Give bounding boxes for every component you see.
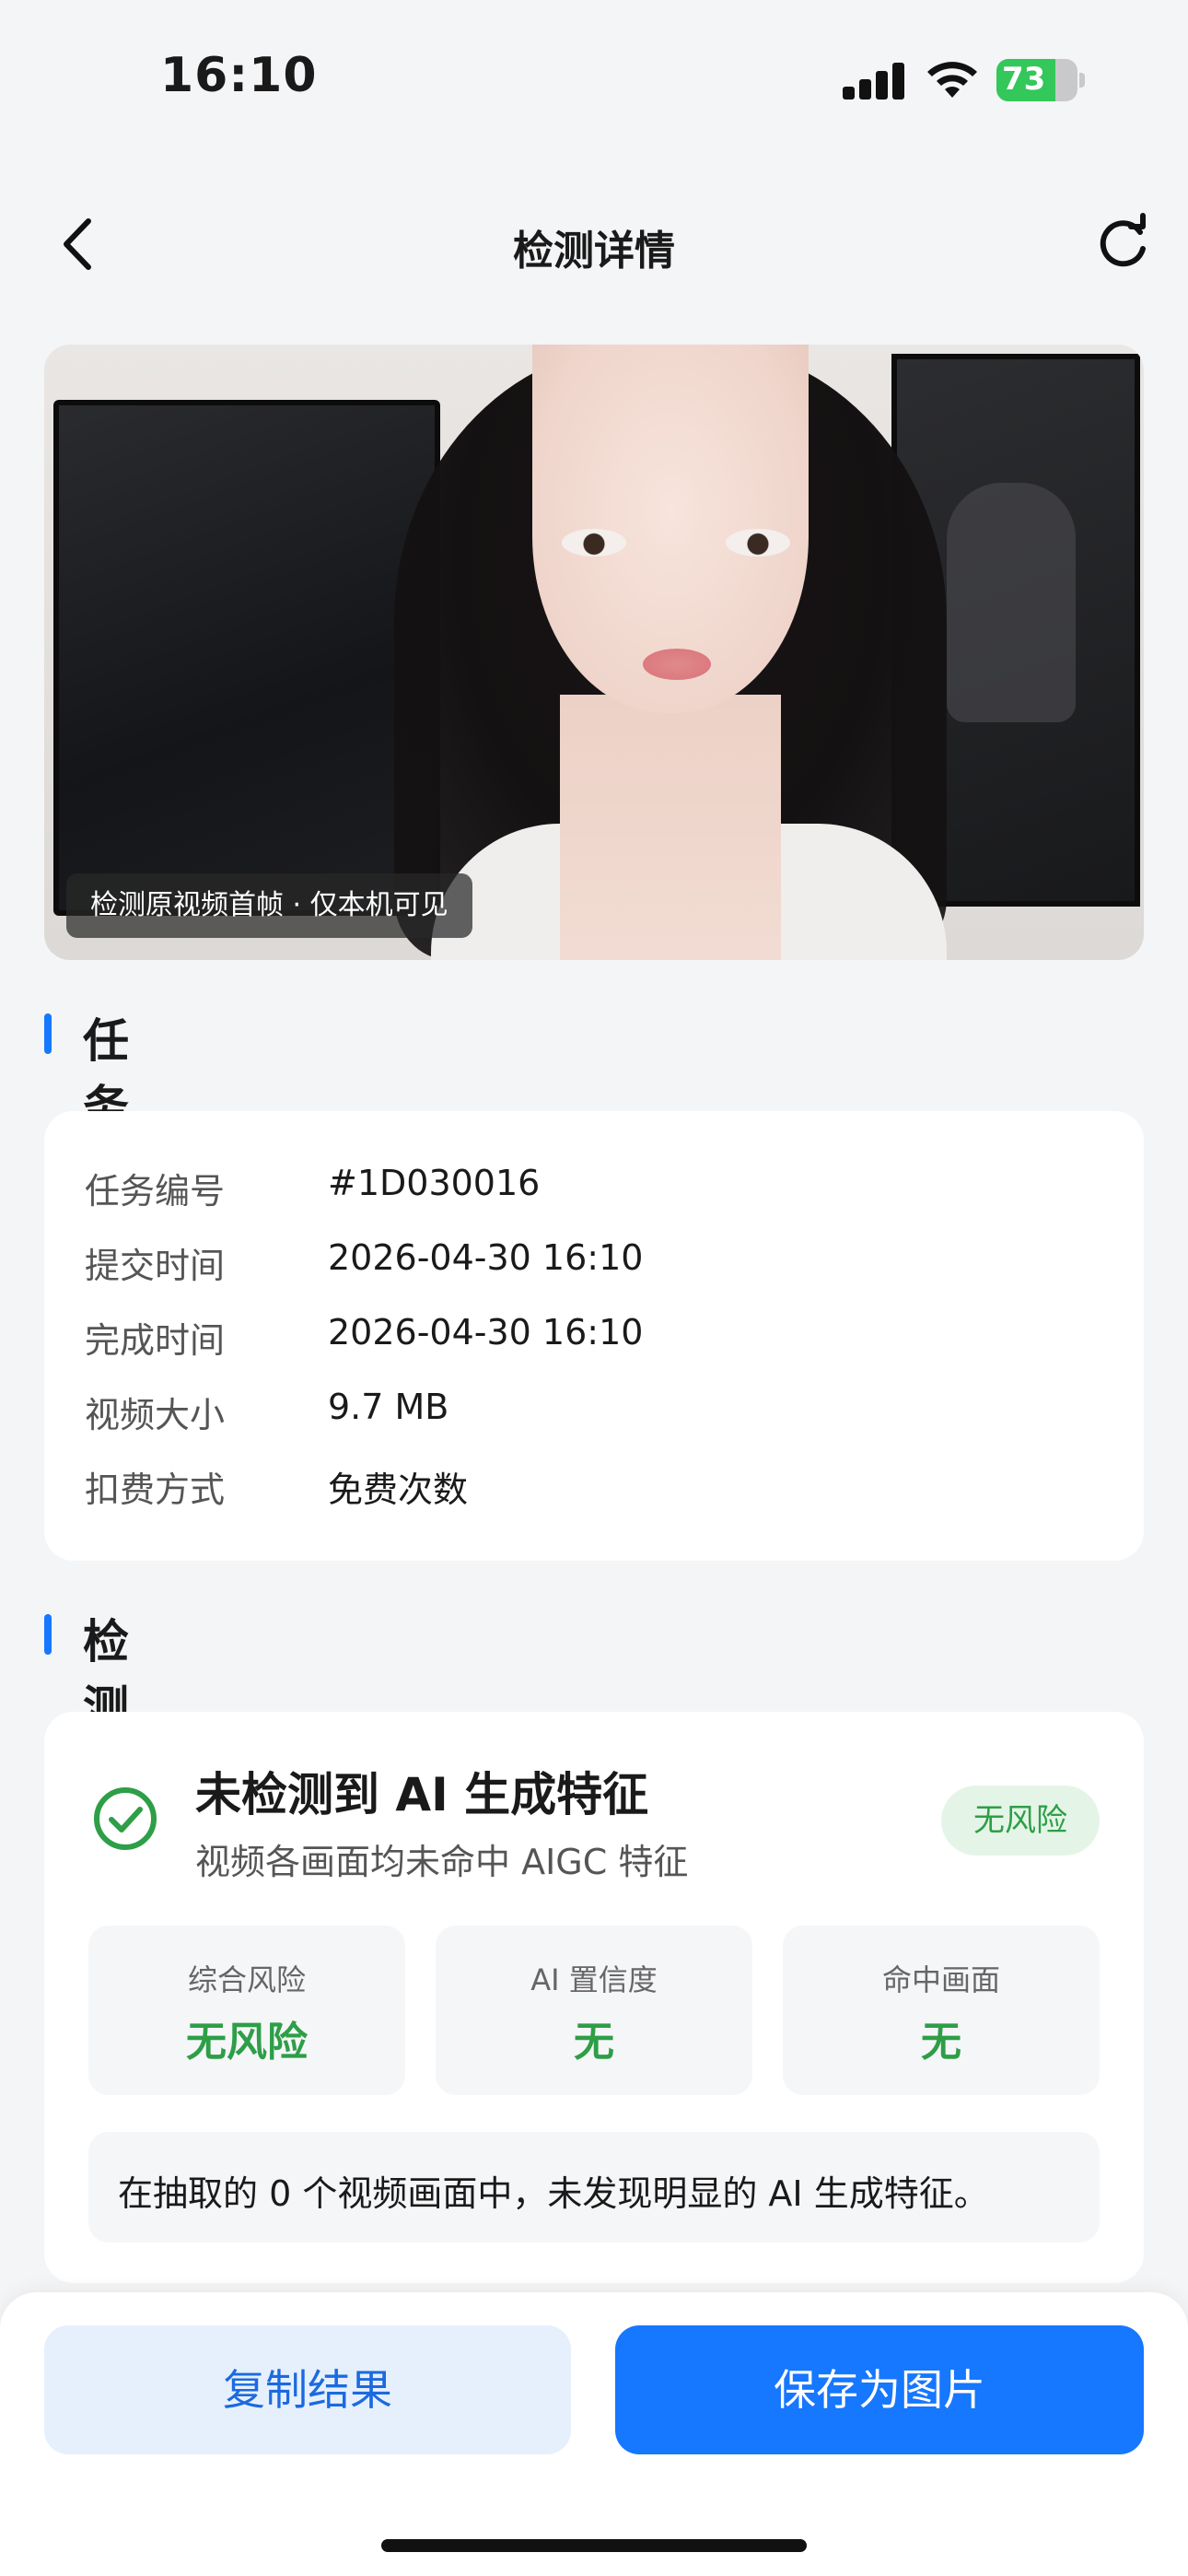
video-caption: 检测原视频首帧 · 仅本机可见 xyxy=(66,873,472,938)
info-value: 2026-04-30 16:10 xyxy=(328,1312,644,1352)
status-time: 16:10 xyxy=(160,48,318,103)
info-value: #1D030016 xyxy=(328,1163,541,1203)
battery-icon: 73 xyxy=(996,59,1085,101)
result-title: 未检测到 AI 生成特征 xyxy=(195,1768,649,1821)
video-first-frame[interactable] xyxy=(44,345,1144,960)
background-tv xyxy=(53,400,440,916)
bottom-action-bar: 复制结果 保存为图片 xyxy=(0,2292,1188,2576)
check-circle-icon xyxy=(94,1787,157,1850)
refresh-icon[interactable] xyxy=(1090,212,1155,276)
metric-value: 无风险 xyxy=(186,2019,308,2066)
result-card: 未检测到 AI 生成特征 视频各画面均未命中 AIGC 特征 无风险 综合风险 … xyxy=(44,1712,1144,2283)
info-value: 2026-04-30 16:10 xyxy=(328,1237,644,1278)
info-label: 完成时间 xyxy=(85,1320,226,1361)
copy-result-button[interactable]: 复制结果 xyxy=(44,2325,571,2454)
metric-value: 无 xyxy=(574,2019,614,2066)
metric-overall-risk: 综合风险 无风险 xyxy=(88,1926,405,2095)
info-label: 提交时间 xyxy=(85,1246,226,1286)
status-bar: 16:10 73 xyxy=(0,0,1188,157)
task-info-card: 任务编号 #1D030016 提交时间 2026-04-30 16:10 完成时… xyxy=(44,1111,1144,1561)
metric-label: 综合风险 xyxy=(187,1962,306,1997)
save-as-image-button[interactable]: 保存为图片 xyxy=(615,2325,1144,2454)
result-summary: 在抽取的 0 个视频画面中，未发现明显的 AI 生成特征。 xyxy=(88,2132,1100,2242)
info-label: 扣费方式 xyxy=(85,1469,226,1510)
risk-badge: 无风险 xyxy=(941,1786,1100,1856)
battery-percent: 73 xyxy=(1002,61,1046,98)
metric-hit-frames: 命中画面 无 xyxy=(783,1926,1100,2095)
metric-value: 无 xyxy=(921,2019,961,2066)
metric-label: AI 置信度 xyxy=(530,1962,658,1997)
signal-icon xyxy=(843,61,905,100)
page-title: 检测详情 xyxy=(513,228,675,275)
nav-bar: 检测详情 xyxy=(0,193,1188,295)
summary-text: 在抽取的 0 个视频画面中，未发现明显的 AI 生成特征。 xyxy=(118,2173,989,2214)
info-value: 免费次数 xyxy=(328,1469,469,1510)
result-subtitle: 视频各画面均未命中 AIGC 特征 xyxy=(195,1842,689,1882)
info-label: 任务编号 xyxy=(85,1171,226,1212)
metric-ai-confidence: AI 置信度 无 xyxy=(436,1926,752,2095)
metric-label: 命中画面 xyxy=(881,1962,1000,1997)
wifi-icon xyxy=(927,62,977,98)
home-indicator[interactable] xyxy=(381,2539,807,2552)
info-label: 视频大小 xyxy=(85,1395,226,1435)
info-value: 9.7 MB xyxy=(328,1387,449,1427)
